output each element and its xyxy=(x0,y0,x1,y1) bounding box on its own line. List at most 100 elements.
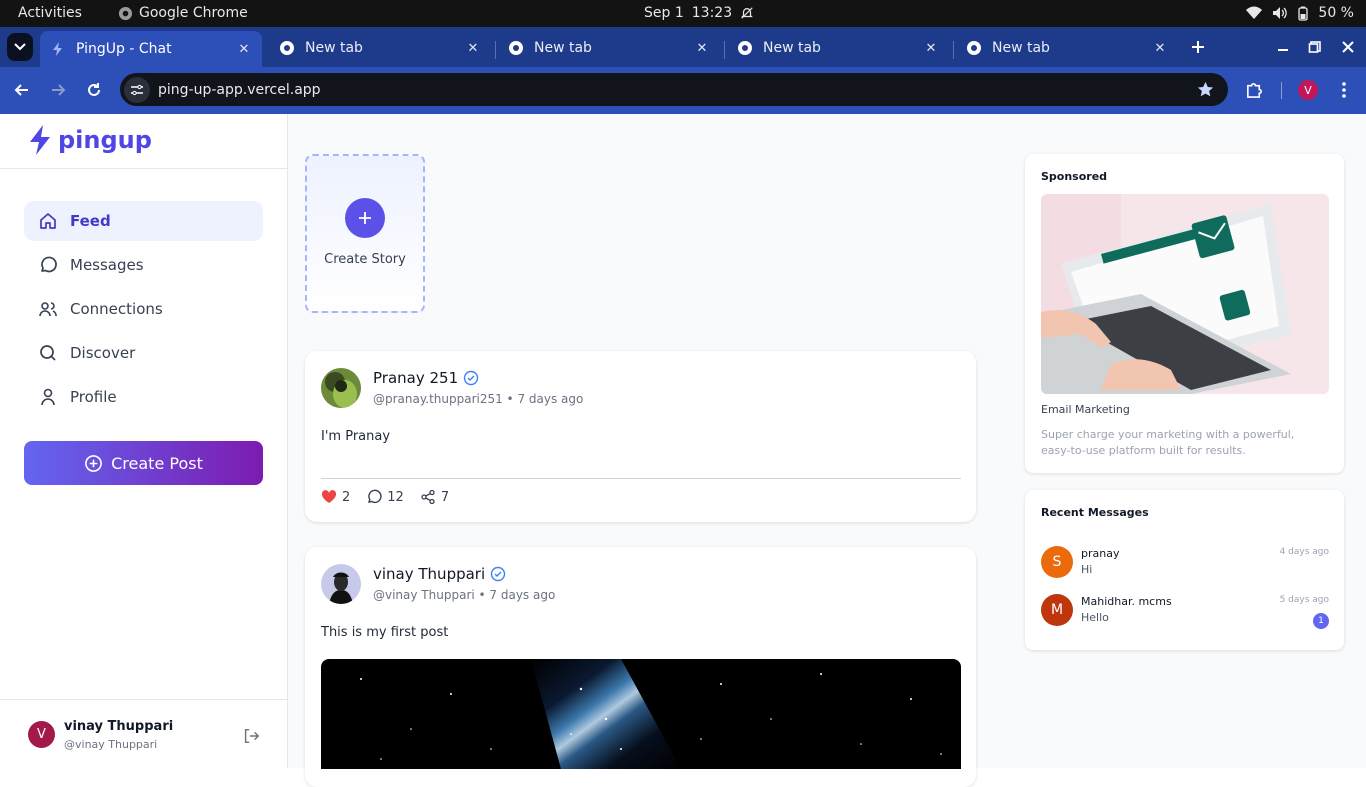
avatar: M xyxy=(1041,594,1073,626)
new-tab-button[interactable] xyxy=(1189,38,1207,56)
message-time: 5 days ago xyxy=(1279,595,1329,605)
sidebar-item-messages[interactable]: Messages xyxy=(24,245,263,285)
logout-icon[interactable] xyxy=(242,727,260,745)
user-icon xyxy=(41,388,55,406)
pingup-favicon-icon xyxy=(53,42,62,56)
tab-pingup-chat[interactable]: PingUp - Chat ✕ xyxy=(40,31,262,67)
laptop-email-illustration xyxy=(1041,194,1329,394)
app-menu[interactable]: Google Chrome xyxy=(118,5,248,21)
recent-messages-title: Recent Messages xyxy=(1041,506,1149,519)
tab-close-icon[interactable]: ✕ xyxy=(923,41,939,56)
recent-messages-card: Recent Messages S pranay Hi 4 days ago M… xyxy=(1025,490,1344,650)
address-bar[interactable]: ping-up-app.vercel.app xyxy=(120,73,1228,106)
brand-name: pingup xyxy=(58,126,152,154)
create-story-plus xyxy=(345,198,385,238)
tab-new-tab-2[interactable]: New tab ✕ xyxy=(498,33,720,63)
tab-label: New tab xyxy=(534,40,592,56)
message-item[interactable]: M Mahidhar. mcms Hello 5 days ago 1 xyxy=(1041,594,1329,630)
sponsored-name: Email Marketing xyxy=(1041,403,1130,416)
home-icon xyxy=(40,213,56,229)
maximize-icon xyxy=(1308,41,1321,53)
message-sender: pranay xyxy=(1081,547,1120,560)
tab-close-icon[interactable]: ✕ xyxy=(465,41,481,56)
tab-search-button[interactable] xyxy=(7,33,33,61)
sidebar-item-feed[interactable]: Feed xyxy=(24,201,263,241)
tab-close-icon[interactable]: ✕ xyxy=(236,42,252,57)
forward-button[interactable] xyxy=(48,80,68,100)
sidebar-item-label: Connections xyxy=(70,300,163,318)
comment-count: 12 xyxy=(387,489,404,505)
reload-button[interactable] xyxy=(84,80,104,100)
avatar-initial: M xyxy=(1050,602,1064,618)
message-item[interactable]: S pranay Hi 4 days ago xyxy=(1041,546,1329,582)
post-card: Pranay 251 @pranay.thuppari251 • 7 days … xyxy=(305,351,976,522)
tab-divider xyxy=(953,41,954,59)
site-info-button[interactable] xyxy=(124,76,150,103)
reload-icon xyxy=(88,83,100,96)
battery-percent: 50 % xyxy=(1318,5,1354,21)
chrome-app-icon xyxy=(118,6,133,20)
extensions-button[interactable] xyxy=(1245,80,1264,99)
sidebar-item-profile[interactable]: Profile xyxy=(24,377,263,417)
tab-divider xyxy=(724,41,725,59)
back-button[interactable] xyxy=(12,80,32,100)
avatar-initial: S xyxy=(1052,554,1062,570)
brand-logo[interactable]: pingup xyxy=(28,124,152,156)
sponsored-image[interactable] xyxy=(1041,194,1329,394)
post-image[interactable] xyxy=(321,659,961,769)
post-author[interactable]: Pranay 251 xyxy=(373,369,479,387)
tab-label: New tab xyxy=(763,40,821,56)
tab-new-tab-4[interactable]: New tab ✕ xyxy=(956,33,1178,63)
system-tray[interactable]: 50 % xyxy=(1246,5,1354,21)
profile-initial: V xyxy=(1304,83,1312,97)
post-card: vinay Thuppari @vinay Thuppari • 7 days … xyxy=(305,547,976,787)
profile-avatar[interactable]: V xyxy=(1298,80,1318,100)
milky-way-photo xyxy=(321,659,961,769)
bookmark-star-icon[interactable] xyxy=(1197,81,1214,98)
share-icon xyxy=(421,489,435,505)
plus-circle-icon xyxy=(85,454,103,472)
post-actions: 2 12 7 xyxy=(321,489,449,505)
tune-icon xyxy=(131,84,143,95)
avatar[interactable] xyxy=(321,564,361,604)
verified-badge-icon xyxy=(490,566,506,582)
current-user-panel: V vinay Thuppari @vinay Thuppari xyxy=(0,699,287,768)
create-story-label: Create Story xyxy=(324,252,406,267)
verified-badge-icon xyxy=(463,370,479,386)
avatar-initial: V xyxy=(37,727,46,742)
tab-new-tab-1[interactable]: New tab ✕ xyxy=(269,33,491,63)
close-window-button[interactable] xyxy=(1341,40,1355,54)
share-button[interactable]: 7 xyxy=(420,489,449,505)
like-button[interactable]: 2 xyxy=(321,489,350,505)
sponsored-card: Sponsored Email Marketing Super charge y… xyxy=(1025,154,1344,473)
activities-button[interactable]: Activities xyxy=(18,5,82,21)
minimize-button[interactable] xyxy=(1276,40,1290,54)
create-story-card[interactable]: Create Story xyxy=(305,154,425,313)
tab-close-icon[interactable]: ✕ xyxy=(694,41,710,56)
tab-close-icon[interactable]: ✕ xyxy=(1152,41,1168,56)
post-meta: @pranay.thuppari251 • 7 days ago xyxy=(373,392,584,406)
create-post-button[interactable]: Create Post xyxy=(24,441,263,485)
tab-label: New tab xyxy=(305,40,363,56)
sidebar-divider xyxy=(0,168,287,169)
clock[interactable]: Sep 1 13:23 xyxy=(644,5,754,21)
post-text: I'm Pranay xyxy=(321,429,391,444)
chrome-menu-button[interactable] xyxy=(1336,80,1352,100)
sidebar-item-label: Profile xyxy=(70,388,117,406)
sidebar-item-label: Messages xyxy=(70,256,144,274)
message-circle-icon xyxy=(41,256,57,273)
maximize-button[interactable] xyxy=(1308,40,1322,54)
sidebar-item-label: Feed xyxy=(70,212,111,230)
browser-toolbar: ping-up-app.vercel.app V xyxy=(0,67,1366,114)
unread-badge: 1 xyxy=(1313,613,1329,629)
chevron-down-icon xyxy=(14,43,26,51)
avatar[interactable] xyxy=(321,368,361,408)
tab-new-tab-3[interactable]: New tab ✕ xyxy=(727,33,949,63)
share-count: 7 xyxy=(440,489,450,505)
sidebar-item-connections[interactable]: Connections xyxy=(24,289,263,329)
post-author[interactable]: vinay Thuppari xyxy=(373,565,506,583)
plus-icon xyxy=(359,212,371,224)
comment-button[interactable]: 12 xyxy=(366,489,404,505)
sidebar-item-discover[interactable]: Discover xyxy=(24,333,263,373)
avatar[interactable]: V xyxy=(28,721,55,748)
